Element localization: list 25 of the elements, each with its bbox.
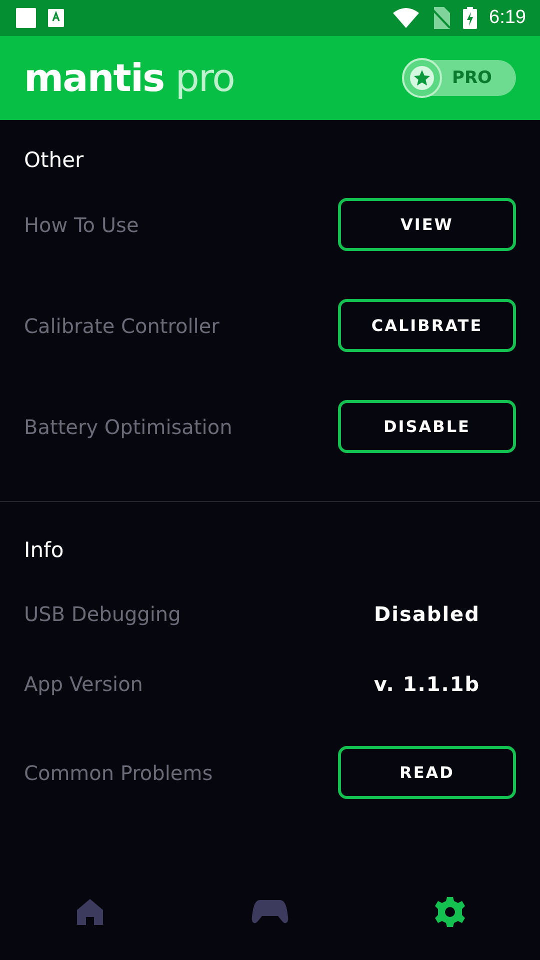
setting-label: How To Use — [24, 212, 139, 236]
gear-icon[interactable] — [434, 896, 466, 928]
gamepad-icon[interactable] — [251, 899, 289, 925]
keyboard-app-icon — [48, 9, 64, 27]
wifi-icon — [393, 8, 420, 28]
setting-value: v. 1.1.1b — [372, 672, 482, 696]
action-button[interactable]: VIEW — [338, 198, 516, 251]
action-button[interactable]: READ — [338, 746, 516, 799]
home-icon[interactable] — [75, 897, 105, 927]
no-sim-icon — [431, 7, 452, 29]
setting-label: Common Problems — [24, 760, 213, 784]
setting-label: App Version — [24, 672, 143, 696]
pro-label: PRO — [452, 68, 492, 88]
setting-label: Calibrate Controller — [24, 314, 220, 338]
section-title: Other — [24, 148, 85, 172]
app-logo: mantis pro — [24, 56, 234, 100]
setting-label: USB Debugging — [24, 602, 181, 626]
action-button[interactable]: CALIBRATE — [338, 299, 516, 352]
setting-value: Disabled — [373, 602, 481, 626]
notification-square-icon — [16, 8, 36, 28]
status-time: 6:19 — [489, 7, 526, 29]
section-title: Info — [24, 538, 65, 562]
battery-charging-icon — [463, 7, 478, 29]
action-button[interactable]: DISABLE — [338, 400, 516, 453]
setting-label: Battery Optimisation — [24, 414, 232, 438]
